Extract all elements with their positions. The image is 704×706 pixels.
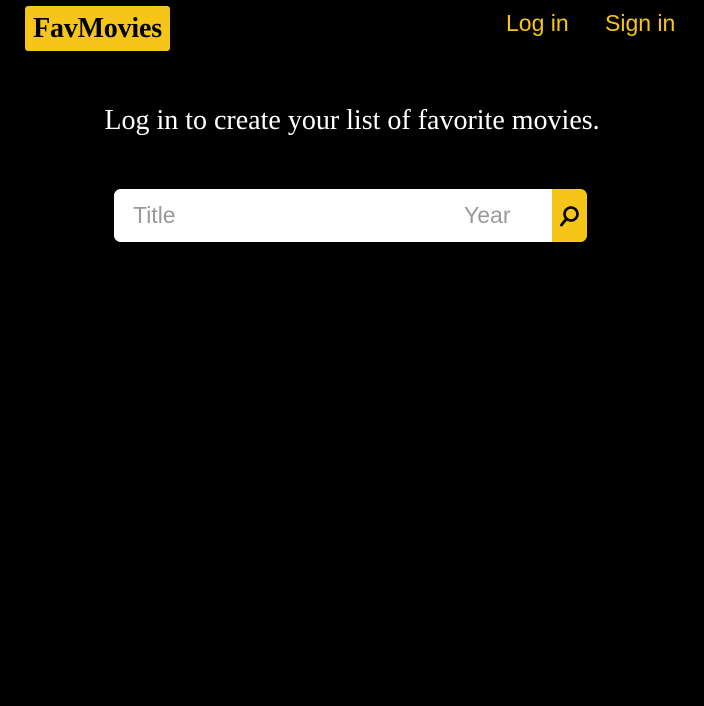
search-bar	[114, 189, 587, 242]
title-search-input[interactable]	[114, 189, 446, 242]
logo[interactable]: FavMovies	[25, 6, 170, 51]
search-button[interactable]	[552, 189, 587, 242]
search-icon	[559, 204, 581, 228]
page-tagline: Log in to create your list of favorite m…	[104, 105, 600, 136]
year-search-input[interactable]	[446, 189, 552, 242]
signin-link[interactable]: Sign in	[605, 8, 675, 38]
login-link[interactable]: Log in	[506, 8, 569, 38]
